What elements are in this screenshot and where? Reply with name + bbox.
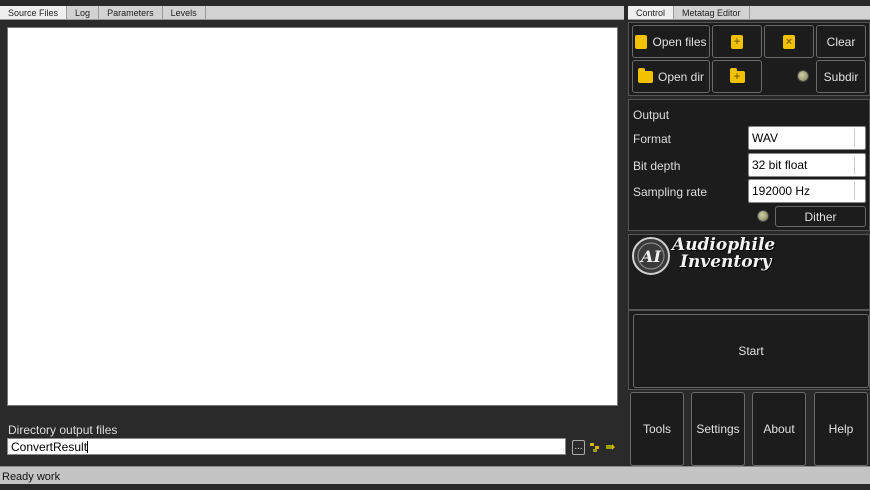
folder-tree-icon[interactable]: [589, 441, 601, 453]
sampling-rate-select[interactable]: 192000 Hz: [748, 179, 866, 203]
logo-line-2: Inventory: [680, 252, 772, 272]
format-select[interactable]: WAV: [748, 126, 866, 150]
dither-indicator-icon[interactable]: [757, 210, 769, 222]
output-heading: Output: [633, 108, 670, 122]
about-button[interactable]: About: [752, 392, 806, 466]
folder-icon: [637, 67, 653, 83]
svg-text:AI: AI: [639, 247, 661, 266]
tab-control[interactable]: Control: [628, 6, 675, 19]
help-label: Help: [828, 422, 854, 436]
remove-file-icon: ×: [783, 34, 795, 49]
status-text: Ready work: [2, 471, 61, 483]
remove-file-button[interactable]: ×: [764, 25, 814, 58]
settings-button[interactable]: Settings: [691, 392, 745, 466]
clear-button[interactable]: Clear: [816, 25, 866, 58]
output-dir-input[interactable]: ConvertResult: [7, 438, 566, 455]
subdir-indicator-icon[interactable]: [797, 70, 809, 82]
open-dir-label: Open dir: [657, 69, 705, 84]
tab-parameters[interactable]: Parameters: [99, 6, 163, 19]
subdir-button[interactable]: Subdir: [816, 60, 866, 93]
status-bar: Ready work: [0, 466, 870, 484]
open-dir-button[interactable]: Open dir: [632, 60, 710, 93]
open-files-button[interactable]: Open files: [632, 25, 710, 58]
start-button[interactable]: Start: [633, 314, 869, 388]
dither-label: Dither: [804, 209, 837, 224]
help-button[interactable]: Help: [814, 392, 868, 466]
dither-button[interactable]: Dither: [775, 206, 866, 227]
tab-metatag-editor[interactable]: Metatag Editor: [674, 6, 750, 19]
format-label: Format: [633, 132, 672, 146]
folder-arrow-icon[interactable]: [604, 441, 616, 453]
add-folder-icon: +: [729, 67, 745, 83]
tools-label: Tools: [642, 422, 671, 436]
output-dir-label: Directory output files: [8, 423, 118, 437]
tools-button[interactable]: Tools: [630, 392, 684, 466]
open-files-label: Open files: [652, 34, 707, 49]
right-tab-bar: Control Metatag Editor: [628, 6, 870, 20]
file-icon: [635, 34, 648, 49]
about-label: About: [763, 422, 795, 436]
tab-log[interactable]: Log: [67, 6, 100, 19]
sampling-rate-label: Sampling rate: [633, 185, 708, 199]
left-tab-bar: Source Files Log Parameters Levels: [0, 6, 624, 20]
tab-levels[interactable]: Levels: [163, 6, 206, 19]
source-file-list[interactable]: [7, 27, 618, 406]
add-file-icon: +: [731, 34, 743, 49]
clear-label: Clear: [826, 34, 856, 49]
add-folder-button[interactable]: +: [712, 60, 762, 93]
tab-source-files[interactable]: Source Files: [0, 6, 68, 19]
bit-depth-label: Bit depth: [633, 159, 681, 173]
audiophile-inventory-logo-icon: AI: [632, 237, 670, 275]
settings-label: Settings: [696, 422, 740, 436]
start-label: Start: [738, 344, 764, 358]
subdir-label: Subdir: [823, 69, 859, 84]
bit-depth-select[interactable]: 32 bit float: [748, 153, 866, 177]
browse-button[interactable]: ...: [572, 440, 585, 455]
add-file-button[interactable]: +: [712, 25, 762, 58]
